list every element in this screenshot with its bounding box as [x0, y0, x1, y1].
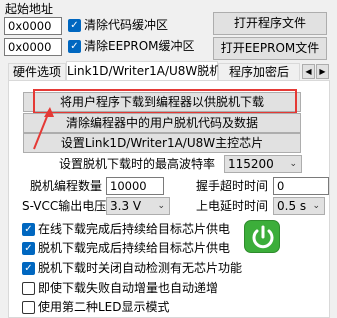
- svcc-select[interactable]: 3.3 V ⌄: [106, 197, 170, 215]
- checkmark-icon: ✓: [70, 20, 79, 31]
- option-label-4: 即使下载失败自动增量也自动递增: [38, 281, 219, 295]
- power-button[interactable]: [244, 220, 280, 253]
- delay-label: 上电延时时间: [196, 199, 269, 213]
- tab-scroll-right-button[interactable]: ▶: [316, 64, 329, 79]
- option-checkbox-2[interactable]: ✓: [22, 242, 35, 255]
- chevron-down-icon: ⌄: [289, 159, 297, 169]
- set-main-chip-button[interactable]: 设置Link1D/Writer1A/U8W主控芯片: [23, 133, 301, 153]
- clear-code-label: 清除代码缓冲区: [84, 18, 169, 32]
- tab-encryption[interactable]: 程序加密后: [218, 63, 300, 80]
- address-field-1[interactable]: 0x0000: [4, 17, 62, 35]
- chevron-right-icon: ▶: [319, 67, 326, 76]
- count-field[interactable]: 10000: [106, 177, 164, 195]
- clear-code-checkbox[interactable]: ✓: [68, 19, 81, 32]
- open-eeprom-button[interactable]: 打开EEPROM文件: [213, 37, 327, 60]
- address-field-2[interactable]: 0x0000: [4, 38, 62, 56]
- chevron-down-icon: ⌄: [312, 201, 320, 211]
- option-checkbox-1[interactable]: ✓: [22, 223, 35, 236]
- option-label-1: 在线下载完成后持续给目标芯片供电: [38, 222, 231, 236]
- svcc-label: S-VCC输出电压: [22, 199, 107, 213]
- option-label-5: 使用第二种LED显示模式: [38, 300, 170, 314]
- tab-scroll-left-button[interactable]: ◀: [302, 64, 315, 79]
- delay-select[interactable]: 0.5 s ⌄: [273, 197, 325, 215]
- checkmark-icon: ✓: [24, 224, 33, 235]
- option-checkbox-3[interactable]: ✓: [22, 262, 35, 275]
- handshake-field[interactable]: 0: [273, 177, 329, 195]
- start-address-label: 起始地址: [5, 2, 54, 16]
- highlight-box: [33, 89, 297, 114]
- baud-select[interactable]: 115200 ⌄: [224, 155, 302, 173]
- handshake-label: 握手超时时间: [196, 179, 269, 193]
- chevron-left-icon: ◀: [305, 67, 312, 76]
- chevron-down-icon: ⌄: [157, 201, 165, 211]
- clear-eeprom-checkbox[interactable]: ✓: [68, 40, 81, 53]
- option-checkbox-4[interactable]: [22, 282, 35, 295]
- checkmark-icon: ✓: [70, 41, 79, 52]
- clear-eeprom-label: 清除EEPROM缓冲区: [84, 39, 195, 53]
- checkmark-icon: ✓: [24, 263, 33, 274]
- open-program-button[interactable]: 打开程序文件: [213, 12, 327, 35]
- baud-label: 设置脱机下载时的最高波特率: [59, 157, 216, 171]
- power-icon: [252, 225, 274, 249]
- tab-hardware-options[interactable]: 硬件选项: [8, 63, 66, 80]
- checkmark-icon: ✓: [24, 243, 33, 254]
- count-label: 脱机编程数量: [30, 179, 103, 193]
- option-checkbox-5[interactable]: [22, 301, 35, 314]
- clear-offline-code-button[interactable]: 清除编程器中的用户脱机代码及数据: [23, 113, 301, 133]
- option-label-3: 脱机下载时关闭自动检测有无芯片功能: [38, 261, 243, 275]
- option-label-2: 脱机下载完成后持续给目标芯片供电: [38, 241, 231, 255]
- tab-offline[interactable]: Link1D/Writer1A/U8W脱机: [66, 61, 221, 81]
- annotation-arrow-icon: [33, 107, 54, 150]
